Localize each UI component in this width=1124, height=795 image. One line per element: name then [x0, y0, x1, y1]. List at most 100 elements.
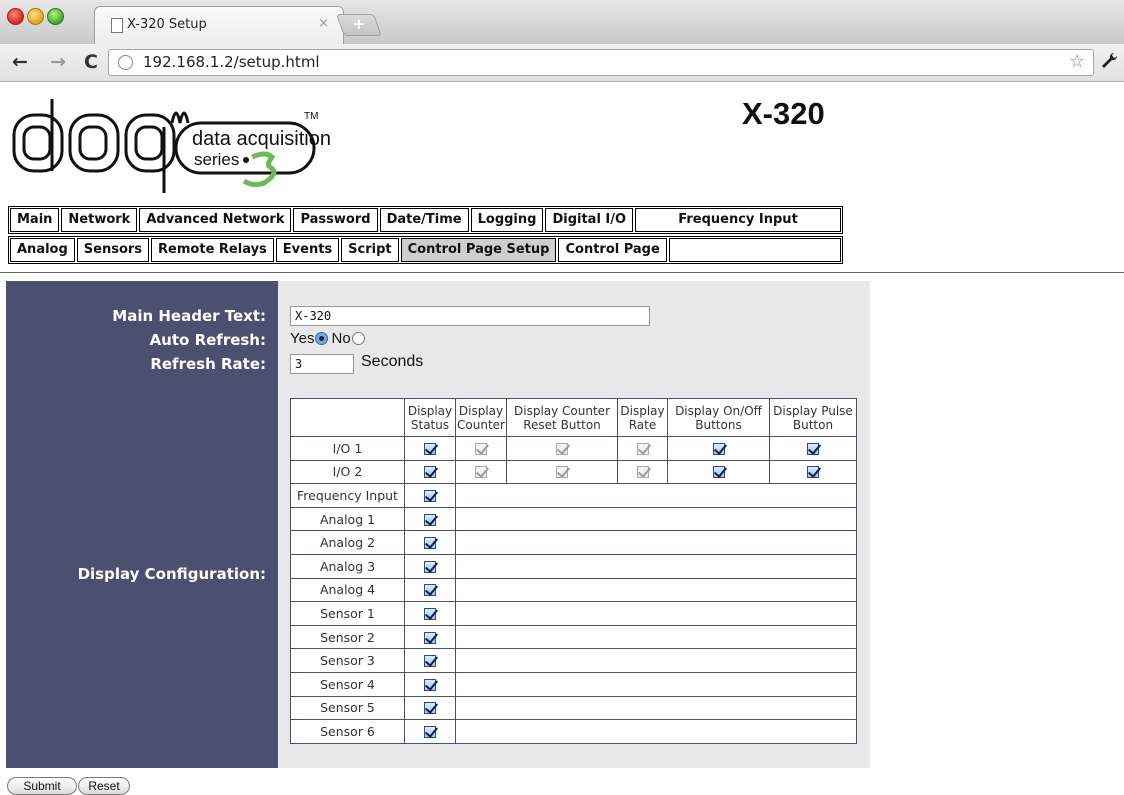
- zoom-window-icon[interactable]: [47, 8, 64, 25]
- nav-tab-date-time[interactable]: Date/Time: [379, 208, 469, 232]
- divider: [0, 272, 1124, 273]
- checkbox-status[interactable]: [424, 513, 436, 526]
- refresh-rate-input[interactable]: 3: [290, 354, 354, 374]
- table-row: Sensor 1: [290, 601, 857, 626]
- nav-tab-digital-i-o[interactable]: Digital I/O: [545, 208, 634, 232]
- cell-status: [404, 530, 456, 555]
- cell-status: [404, 553, 456, 579]
- no-label: No: [331, 330, 351, 347]
- browser-titlebar: X-320 Setup × +: [0, 0, 1124, 44]
- nav-tab-frequency-input[interactable]: Frequency Input: [635, 208, 841, 232]
- cell-status: [404, 459, 456, 485]
- reload-icon[interactable]: C: [84, 51, 98, 73]
- nav-tab-sensors[interactable]: Sensors: [76, 238, 150, 262]
- checkbox-status[interactable]: [424, 655, 436, 668]
- address-bar[interactable]: 192.168.1.2/setup.html ☆: [108, 49, 1094, 76]
- back-icon[interactable]: ←: [12, 51, 28, 73]
- table-row: Sensor 3: [290, 648, 857, 673]
- nav-tab-password[interactable]: Password: [293, 208, 378, 232]
- table-row: Sensor 2: [290, 624, 857, 650]
- row-label: Analog 3: [290, 553, 405, 579]
- checkbox-status[interactable]: [424, 560, 436, 573]
- nav-tab-network[interactable]: Network: [61, 208, 138, 232]
- wrench-icon[interactable]: [1100, 52, 1118, 75]
- empty-cell: [455, 506, 857, 532]
- nav-tab-control-page[interactable]: Control Page: [558, 238, 667, 262]
- cell-counter: [455, 436, 507, 461]
- checkbox-status[interactable]: [424, 442, 436, 455]
- checkbox-onoff[interactable]: [712, 442, 725, 455]
- browser-tab[interactable]: X-320 Setup ×: [94, 6, 344, 44]
- nav-tab-analog[interactable]: Analog: [10, 238, 75, 262]
- cell-status: [404, 624, 456, 650]
- new-tab-button[interactable]: +: [335, 14, 383, 36]
- cell-status: [404, 436, 456, 461]
- nav-tab-remote-relays[interactable]: Remote Relays: [151, 238, 274, 262]
- checkbox-status[interactable]: [424, 678, 436, 691]
- checkbox-status[interactable]: [424, 489, 436, 502]
- minimize-window-icon[interactable]: [27, 8, 44, 25]
- svg-text:data acquisition: data acquisition: [192, 128, 331, 150]
- cell-counter_reset: [506, 436, 618, 461]
- forward-icon[interactable]: →: [50, 51, 66, 73]
- empty-cell: [455, 648, 857, 673]
- checkbox-counter-reset: [556, 466, 568, 479]
- row-label: Analog 4: [290, 577, 405, 603]
- table-row: Sensor 5: [290, 695, 857, 721]
- nav-tab-events[interactable]: Events: [275, 238, 340, 262]
- table-row: Sensor 6: [290, 719, 857, 744]
- browser-toolbar: ← → C 192.168.1.2/setup.html ☆: [0, 44, 1124, 82]
- checkbox-status[interactable]: [424, 702, 436, 715]
- nav-tab-control-page-setup[interactable]: Control Page Setup: [400, 238, 557, 262]
- cell-status: [404, 577, 456, 603]
- url-text: 192.168.1.2/setup.html: [143, 53, 320, 71]
- checkbox-pulse[interactable]: [807, 466, 819, 479]
- empty-cell: [455, 483, 857, 508]
- nav-row-1: Main Network Advanced Network Password Date/…: [8, 206, 843, 234]
- row-label: Sensor 3: [290, 648, 405, 673]
- table-row: Sensor 4: [290, 671, 857, 697]
- nav-tab-logging[interactable]: Logging: [470, 208, 544, 232]
- nav-tab-advanced-network[interactable]: Advanced Network: [139, 208, 292, 232]
- main-header-input[interactable]: X-320: [290, 306, 650, 326]
- close-window-icon[interactable]: [7, 8, 24, 25]
- checkbox-onoff[interactable]: [712, 466, 725, 479]
- tab-title: X-320 Setup: [127, 17, 207, 32]
- checkbox-status[interactable]: [424, 631, 436, 644]
- table-row: I/O 1: [290, 436, 857, 461]
- table-row: Frequency Input: [290, 483, 857, 508]
- row-label: I/O 2: [290, 459, 405, 485]
- nav-tab-empty: [668, 238, 841, 262]
- row-label: Sensor 1: [290, 601, 405, 626]
- plus-icon: +: [352, 15, 366, 33]
- cell-rate: [617, 436, 668, 461]
- no-radio[interactable]: [351, 332, 365, 345]
- checkbox-status[interactable]: [424, 537, 436, 550]
- table-row: I/O 2: [290, 459, 857, 485]
- table-row: Analog 2: [290, 530, 857, 555]
- empty-cell: [455, 695, 857, 721]
- device-title: X-320: [742, 96, 825, 131]
- cell-onoff: [667, 436, 770, 461]
- submit-button[interactable]: Submit: [7, 777, 77, 795]
- checkbox-status[interactable]: [424, 725, 436, 738]
- cell-status: [404, 719, 456, 744]
- star-icon[interactable]: ☆: [1069, 51, 1085, 72]
- auto-refresh-label: Auto Refresh:: [149, 331, 266, 349]
- display-config-table: Display Status Display Counter Display Cou…: [290, 398, 857, 744]
- empty-cell: [455, 601, 857, 626]
- checkbox-status[interactable]: [424, 466, 436, 479]
- checkbox-status[interactable]: [424, 584, 436, 597]
- cell-status: [404, 671, 456, 697]
- reset-button[interactable]: Reset: [78, 777, 130, 795]
- nav-row-2: Analog Sensors Remote Relays Events Script Co…: [8, 236, 843, 264]
- yes-radio[interactable]: [315, 332, 329, 345]
- nav-tab-main[interactable]: Main: [10, 208, 60, 232]
- cell-onoff: [667, 459, 770, 485]
- row-label: Sensor 2: [290, 624, 405, 650]
- tab-close-icon[interactable]: ×: [318, 16, 329, 31]
- nav-tab-script[interactable]: Script: [341, 238, 399, 262]
- empty-cell: [455, 553, 857, 579]
- checkbox-status[interactable]: [424, 607, 436, 620]
- checkbox-pulse[interactable]: [807, 442, 819, 455]
